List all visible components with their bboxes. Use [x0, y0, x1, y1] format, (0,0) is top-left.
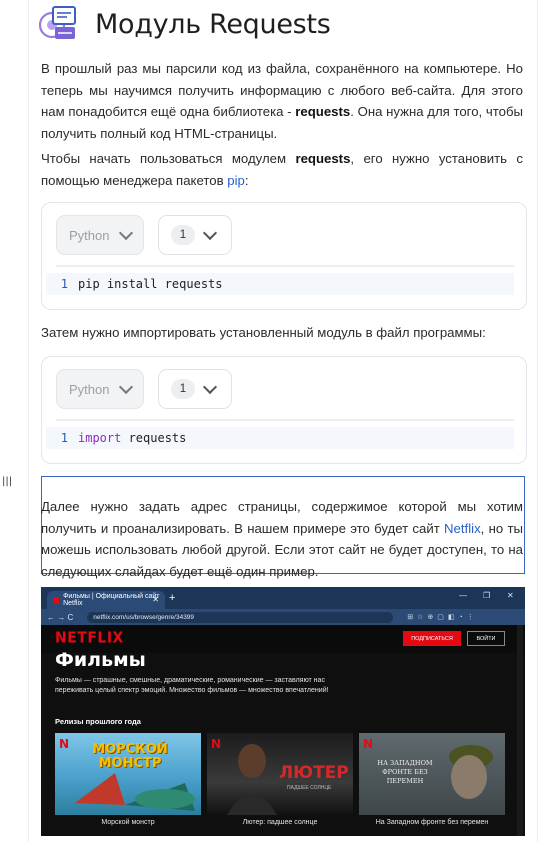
new-tab-icon: +: [169, 592, 176, 604]
code-line[interactable]: 1 pip install requests: [46, 273, 514, 295]
netflix-heading: Фильмы: [55, 649, 146, 671]
code-block-import: Python 1 1 import requests: [41, 356, 527, 464]
nav-arrows-icon: ← → C: [47, 612, 74, 622]
netflix-logo: NETFLIX: [55, 629, 124, 647]
netflix-link[interactable]: Netflix: [444, 521, 481, 536]
install-text-end: :: [244, 172, 249, 188]
install-paragraph: Чтобы начать пользоваться модулем reques…: [41, 148, 523, 191]
movie-card: N ЛЮТЕР ПАДШЕЕ СОЛНЦЕ: [207, 733, 353, 815]
browser-toolbar-icons: ⊞☆⊕▢◧◔⋮: [407, 614, 478, 621]
poster-subtitle: ПАДШЕЕ СОЛНЦЕ: [287, 785, 332, 791]
divider: [56, 419, 514, 421]
close-window-icon: ✕: [507, 591, 514, 600]
import-paragraph: Затем нужно импортировать установленный …: [41, 325, 486, 340]
browser-tab-bar: Фильмы | Официальный сайт Netflix ✕ + — …: [41, 587, 525, 609]
poster-title: МОРСКОЙ МОНСТР: [92, 742, 168, 771]
movie-caption: Морской монстр: [101, 819, 155, 826]
computer-screen-gear-icon: [39, 6, 76, 39]
language-label: Python: [69, 381, 110, 397]
maximize-icon: ❐: [483, 591, 491, 600]
version-select[interactable]: 1: [158, 369, 232, 409]
chevron-down-icon: [119, 379, 134, 394]
netflix-favicon: [53, 596, 60, 604]
browser-tab: Фильмы | Официальный сайт Netflix ✕: [47, 591, 165, 609]
install-text: Чтобы начать пользоваться модулем: [41, 151, 296, 166]
drag-handle[interactable]: |||: [2, 476, 12, 487]
tab-title: Фильмы | Официальный сайт Netflix: [63, 593, 160, 607]
movie-caption: На Западном фронте без перемен: [375, 819, 489, 826]
login-button: ВОЙТИ: [467, 631, 505, 646]
version-badge: 1: [171, 379, 195, 399]
language-label: Python: [69, 227, 110, 243]
line-number: 1: [60, 431, 68, 445]
page-title: Модуль Requests: [95, 8, 331, 40]
address-paragraph[interactable]: Далее нужно задать адрес страницы, содер…: [41, 496, 523, 582]
chevron-down-icon: [202, 379, 218, 394]
language-select[interactable]: Python: [56, 369, 144, 409]
code-text: pip install requests: [78, 277, 223, 291]
version-badge: 1: [171, 225, 195, 245]
poster-title: НА ЗАПАДНОМ ФРОНТЕ БЕЗ ПЕРЕМЕН: [377, 759, 433, 785]
chevron-down-icon: [202, 225, 218, 240]
divider: [56, 265, 514, 267]
version-select[interactable]: 1: [158, 215, 232, 255]
movie-caption: Лютер: падшее солнце: [242, 819, 318, 826]
netflix-description: Фильмы — страшные, смешные, драматически…: [55, 677, 329, 694]
movie-card: N НА ЗАПАДНОМ ФРОНТЕ БЕЗ ПЕРЕМЕН: [359, 733, 505, 815]
keyword-import: import: [78, 431, 122, 445]
subscribe-button: ПОДПИСАТЬСЯ: [403, 631, 461, 646]
code-block-install: Python 1 1 pip install requests: [41, 202, 527, 310]
movie-card: N МОРСКОЙ МОНСТР: [55, 733, 201, 815]
url-field: netflix.com/us/browse/genre/34399: [87, 611, 394, 623]
language-select[interactable]: Python: [56, 215, 144, 255]
netflix-screenshot: Фильмы | Официальный сайт Netflix ✕ + — …: [41, 587, 525, 836]
address-bar: ← → C netflix.com/us/browse/genre/34399 …: [41, 609, 525, 625]
section-title: Релизы прошлого года: [55, 717, 141, 726]
scrollbar: [517, 625, 523, 836]
chevron-down-icon: [119, 225, 134, 240]
code-text: requests: [121, 431, 187, 445]
requests-bold: requests: [295, 104, 351, 119]
lesson-header: Модуль Requests: [39, 4, 331, 44]
intro-paragraph: В прошлый раз мы парсили код из файла, с…: [41, 58, 523, 144]
url-text: netflix.com/us/browse/genre/34399: [93, 613, 195, 621]
code-line[interactable]: 1 import requests: [46, 427, 514, 449]
lesson-page: Модуль Requests В прошлый раз мы парсили…: [28, 0, 538, 842]
requests-bold: requests: [295, 151, 351, 166]
poster-title: ЛЮТЕР: [279, 763, 349, 783]
close-tab-icon: ✕: [152, 595, 159, 604]
line-number: 1: [60, 277, 68, 291]
minimize-icon: —: [459, 591, 467, 600]
pip-link[interactable]: pip: [227, 173, 245, 188]
